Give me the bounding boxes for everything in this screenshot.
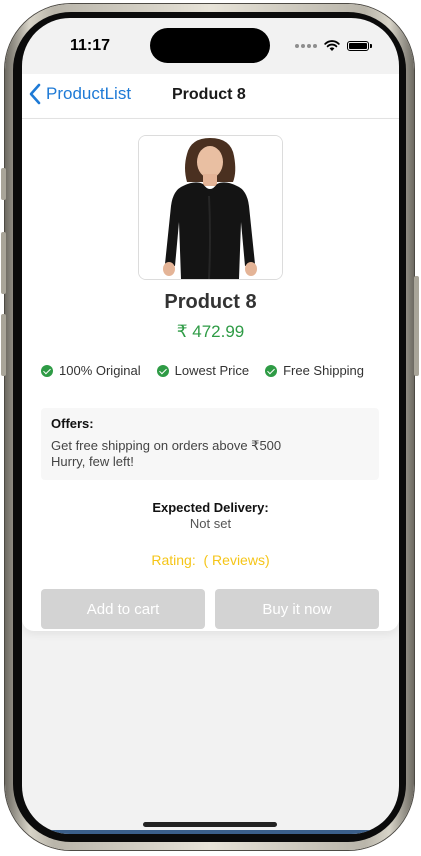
feature-list: 100% Original Lowest Price Free Shipping (41, 363, 364, 378)
page-title: Product 8 (172, 86, 246, 103)
navigation-bar: ProductList Product 8 (22, 74, 399, 119)
power-button (414, 276, 419, 376)
feature-lowest-price: Lowest Price (156, 363, 250, 378)
black-long-sleeve-top-image (139, 136, 282, 279)
dynamic-island (150, 28, 270, 63)
product-card: Product 8 ₹ 472.99 100% Original Lowest … (22, 119, 399, 631)
offers-line: Hurry, few left! (51, 454, 134, 469)
status-icons (295, 40, 372, 52)
feature-label: 100% Original (59, 363, 141, 378)
wifi-icon (324, 40, 340, 51)
check-circle-icon (41, 364, 53, 377)
check-circle-icon (156, 364, 169, 377)
mute-switch (1, 168, 6, 200)
add-to-cart-button[interactable]: Add to cart (41, 589, 205, 629)
delivery-value: Not set (189, 516, 232, 531)
rating-text: Rating: ( Reviews) (151, 552, 270, 568)
feature-label: Free Shipping (283, 363, 365, 378)
feature-original: 100% Original (41, 363, 141, 378)
bottom-strip (22, 830, 399, 834)
check-circle-icon (265, 364, 278, 377)
chevron-left-icon (29, 83, 41, 105)
delivery-label: Expected Delivery: (152, 500, 269, 515)
buy-now-button[interactable]: Buy it now (215, 589, 379, 629)
feature-free-shipping: Free Shipping (265, 363, 364, 378)
back-button-label: ProductList (46, 84, 132, 103)
status-time: 11:17 (70, 37, 111, 54)
volume-up-button (1, 232, 6, 294)
offers-line: Get free shipping on orders above ₹500 (51, 438, 282, 453)
signal-dots-icon (295, 44, 317, 48)
product-name: Product 8 (164, 291, 257, 313)
home-indicator[interactable] (143, 822, 277, 827)
back-button[interactable]: ProductList (28, 83, 131, 105)
product-price: ₹ 472.99 (176, 322, 245, 341)
phone-screen: 11:17 ProductList Product 8 Product 8 ₹ … (22, 18, 399, 834)
battery-icon (347, 41, 372, 51)
volume-down-button (1, 314, 6, 376)
offers-box: Offers: Get free shipping on orders abov… (41, 408, 379, 480)
offers-title: Offers: (51, 416, 94, 431)
product-image (138, 135, 283, 280)
feature-label: Lowest Price (174, 363, 250, 378)
